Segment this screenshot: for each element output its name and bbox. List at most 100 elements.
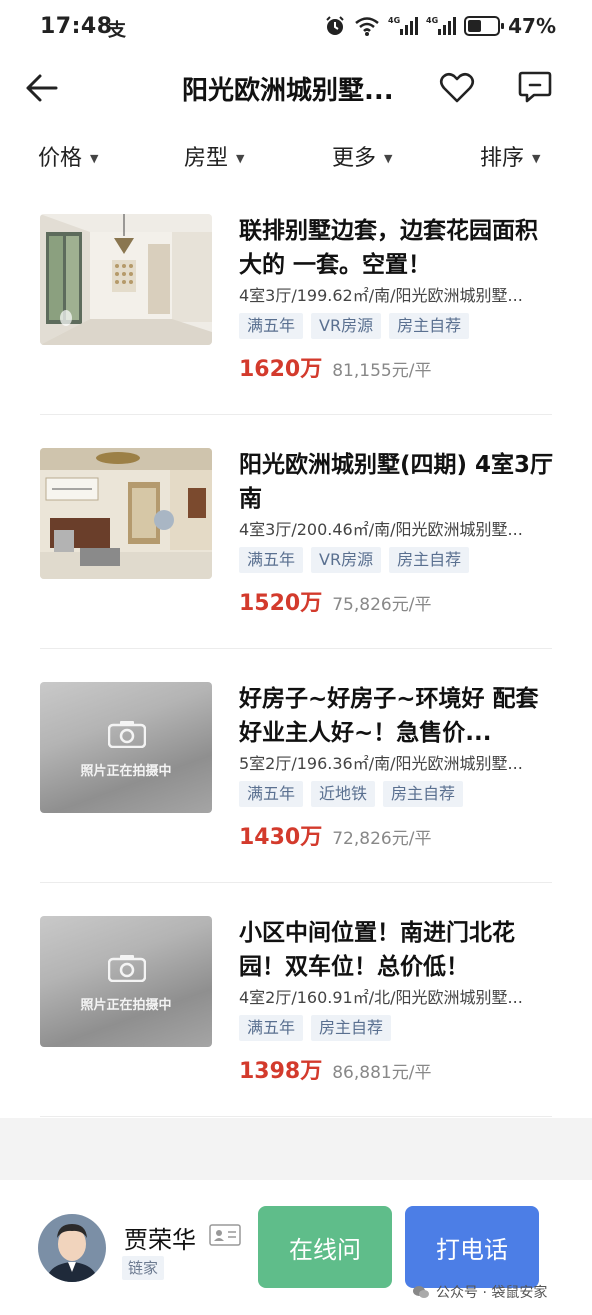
listing-spec: 4室2厅/160.91㎡/北/阳光欧洲城别墅... bbox=[239, 988, 523, 1007]
chevron-down-icon: ▼ bbox=[532, 151, 541, 165]
battery-fill bbox=[468, 20, 482, 32]
nav-bar: 阳光欧洲城别墅... bbox=[0, 56, 592, 120]
divider bbox=[40, 414, 552, 415]
listing-tags: 满五年 近地铁 房主自荐 bbox=[239, 781, 554, 807]
alarm-icon bbox=[326, 16, 344, 35]
price-row: 1398万 86,881元/平 bbox=[239, 1053, 554, 1085]
listing-card[interactable]: 阳光欧洲城别墅(四期) 4室3厅 南 4室3厅/200.46㎡/南/阳光欧洲城别… bbox=[40, 448, 554, 682]
price-row: 1520万 75,826元/平 bbox=[239, 585, 554, 617]
listing-photo[interactable] bbox=[40, 448, 212, 579]
chevron-down-icon: ▼ bbox=[236, 151, 245, 165]
listing-info: 阳光欧洲城别墅(四期) 4室3厅 南 4室3厅/200.46㎡/南/阳光欧洲城别… bbox=[239, 448, 554, 617]
filter-label: 更多 bbox=[332, 146, 377, 171]
call-button[interactable]: 打电话 bbox=[405, 1206, 539, 1288]
wechat-icon bbox=[413, 1286, 429, 1298]
divider bbox=[40, 1116, 552, 1117]
listing-info: 小区中间位置！南进门北花园！双车位！总价低！ 4室2厅/160.91㎡/北/阳光… bbox=[239, 916, 554, 1085]
listing-tags: 满五年 房主自荐 bbox=[239, 1015, 554, 1041]
camera-icon bbox=[108, 721, 146, 748]
battery-icon bbox=[464, 16, 505, 36]
chevron-down-icon: ▼ bbox=[384, 151, 393, 165]
tag: 房主自荐 bbox=[389, 313, 470, 339]
battery-percent: 47% bbox=[508, 14, 556, 38]
watermark-text: 公众号 · 袋鼠安家 bbox=[436, 1285, 548, 1301]
tag: 近地铁 bbox=[311, 781, 376, 807]
tag: 满五年 bbox=[239, 781, 304, 807]
listing-info: 好房子~好房子~环境好 配套好业主人好~！急售价... 5室2厅/196.36㎡… bbox=[239, 682, 554, 851]
listing-spec: 5室2厅/196.36㎡/南/阳光欧洲城别墅... bbox=[239, 754, 523, 773]
listing-photo[interactable] bbox=[40, 214, 212, 345]
listing-card[interactable]: 照片正在拍摄中 小区中间位置！南进门北花园！双车位！总价低！ 4室2厅/160.… bbox=[40, 916, 552, 1150]
listing-tags: 满五年 VR房源 房主自荐 bbox=[239, 547, 554, 573]
unit-price: 86,881元/平 bbox=[332, 1063, 432, 1083]
total-price: 1398万 bbox=[239, 1059, 323, 1084]
unit-price: 75,826元/平 bbox=[332, 595, 432, 615]
listing-title: 小区中间位置！南进门北花园！双车位！总价低！ bbox=[239, 920, 515, 980]
tag: 满五年 bbox=[239, 547, 304, 573]
heart-icon[interactable] bbox=[438, 68, 476, 106]
listing-photo-placeholder[interactable]: 照片正在拍摄中 bbox=[40, 916, 212, 1047]
avatar[interactable] bbox=[38, 1214, 106, 1282]
room-photo-illustration bbox=[40, 214, 212, 345]
photo-placeholder-text: 照片正在拍摄中 bbox=[80, 998, 172, 1013]
page-title: 阳光欧洲城别墅... bbox=[182, 76, 394, 106]
listing-spec: 4室3厅/199.62㎡/南/阳光欧洲城别墅... bbox=[239, 286, 523, 305]
listing-tags: 满五年 VR房源 房主自荐 bbox=[239, 313, 554, 339]
agent-bar: 贾荣华 链家 在线问 打电话 公众号 · 袋鼠安家 bbox=[0, 1180, 592, 1315]
status-time: 17:48 bbox=[40, 14, 113, 39]
room-photo-illustration bbox=[40, 448, 212, 579]
price-row: 1430万 72,826元/平 bbox=[239, 819, 554, 851]
online-chat-button[interactable]: 在线问 bbox=[258, 1206, 392, 1288]
svg-text:4G: 4G bbox=[426, 16, 438, 25]
tag: 房主自荐 bbox=[389, 547, 470, 573]
listing-info: 联排别墅边套，边套花园面积大的 一套。空置！ 4室3厅/199.62㎡/南/阳光… bbox=[239, 214, 554, 383]
agent-company-badge: 链家 bbox=[122, 1256, 165, 1280]
wifi-icon bbox=[355, 17, 379, 36]
total-price: 1430万 bbox=[239, 825, 323, 850]
agent-avatar-illustration bbox=[38, 1214, 106, 1282]
list-footer-band bbox=[0, 1118, 592, 1180]
status-bar: 17:48 支 4G 4G 47% bbox=[0, 0, 592, 56]
filter-label: 价格 bbox=[38, 146, 83, 171]
tag: VR房源 bbox=[311, 313, 382, 339]
camera-icon bbox=[108, 955, 146, 982]
signal-4g-icon: 4G bbox=[388, 16, 419, 35]
chevron-down-icon: ▼ bbox=[90, 151, 99, 165]
signal-4g-icon-2: 4G bbox=[426, 16, 457, 35]
listing-title: 好房子~好房子~环境好 配套好业主人好~！急售价... bbox=[239, 686, 539, 746]
total-price: 1520万 bbox=[239, 591, 323, 616]
filter-label: 房型 bbox=[184, 146, 229, 171]
listing-card[interactable]: 联排别墅边套，边套花园面积大的 一套。空置！ 4室3厅/199.62㎡/南/阳光… bbox=[40, 214, 552, 448]
photo-placeholder-text: 照片正在拍摄中 bbox=[80, 764, 172, 779]
tag: 满五年 bbox=[239, 313, 304, 339]
total-price: 1620万 bbox=[239, 357, 323, 382]
chat-icon[interactable] bbox=[516, 68, 554, 106]
divider bbox=[40, 648, 552, 649]
back-arrow-icon[interactable] bbox=[22, 68, 62, 108]
alipay-icon: 支 bbox=[108, 20, 126, 41]
agent-name: 贾荣华 bbox=[124, 1226, 196, 1254]
watermark: 公众号 · 袋鼠安家 bbox=[412, 1282, 547, 1302]
price-row: 1620万 81,155元/平 bbox=[239, 351, 554, 383]
filter-sort[interactable]: 排序 ▼ bbox=[480, 140, 540, 172]
filter-price[interactable]: 价格 ▼ bbox=[38, 140, 98, 172]
filter-layout[interactable]: 房型 ▼ bbox=[184, 140, 244, 172]
tag: 满五年 bbox=[239, 1015, 304, 1041]
listing-spec: 4室3厅/200.46㎡/南/阳光欧洲城别墅... bbox=[239, 520, 523, 539]
filter-more[interactable]: 更多 ▼ bbox=[332, 140, 392, 172]
tag: 房主自荐 bbox=[383, 781, 464, 807]
svg-text:4G: 4G bbox=[388, 16, 400, 25]
status-icons: 4G 4G 47% bbox=[324, 14, 556, 38]
listing-title: 阳光欧洲城别墅(四期) 4室3厅 南 bbox=[239, 452, 554, 512]
tag: 房主自荐 bbox=[311, 1015, 392, 1041]
filter-bar: 价格 ▼ 房型 ▼ 更多 ▼ 排序 ▼ bbox=[0, 132, 592, 176]
unit-price: 81,155元/平 bbox=[332, 361, 432, 381]
listing-card[interactable]: 照片正在拍摄中 好房子~好房子~环境好 配套好业主人好~！急售价... 5室2厅… bbox=[40, 682, 552, 916]
tag: VR房源 bbox=[311, 547, 382, 573]
filter-label: 排序 bbox=[480, 146, 525, 171]
divider bbox=[40, 882, 552, 883]
id-card-icon[interactable] bbox=[209, 1224, 241, 1246]
listing-title: 联排别墅边套，边套花园面积大的 一套。空置！ bbox=[239, 218, 538, 278]
unit-price: 72,826元/平 bbox=[332, 829, 432, 849]
listing-photo-placeholder[interactable]: 照片正在拍摄中 bbox=[40, 682, 212, 813]
